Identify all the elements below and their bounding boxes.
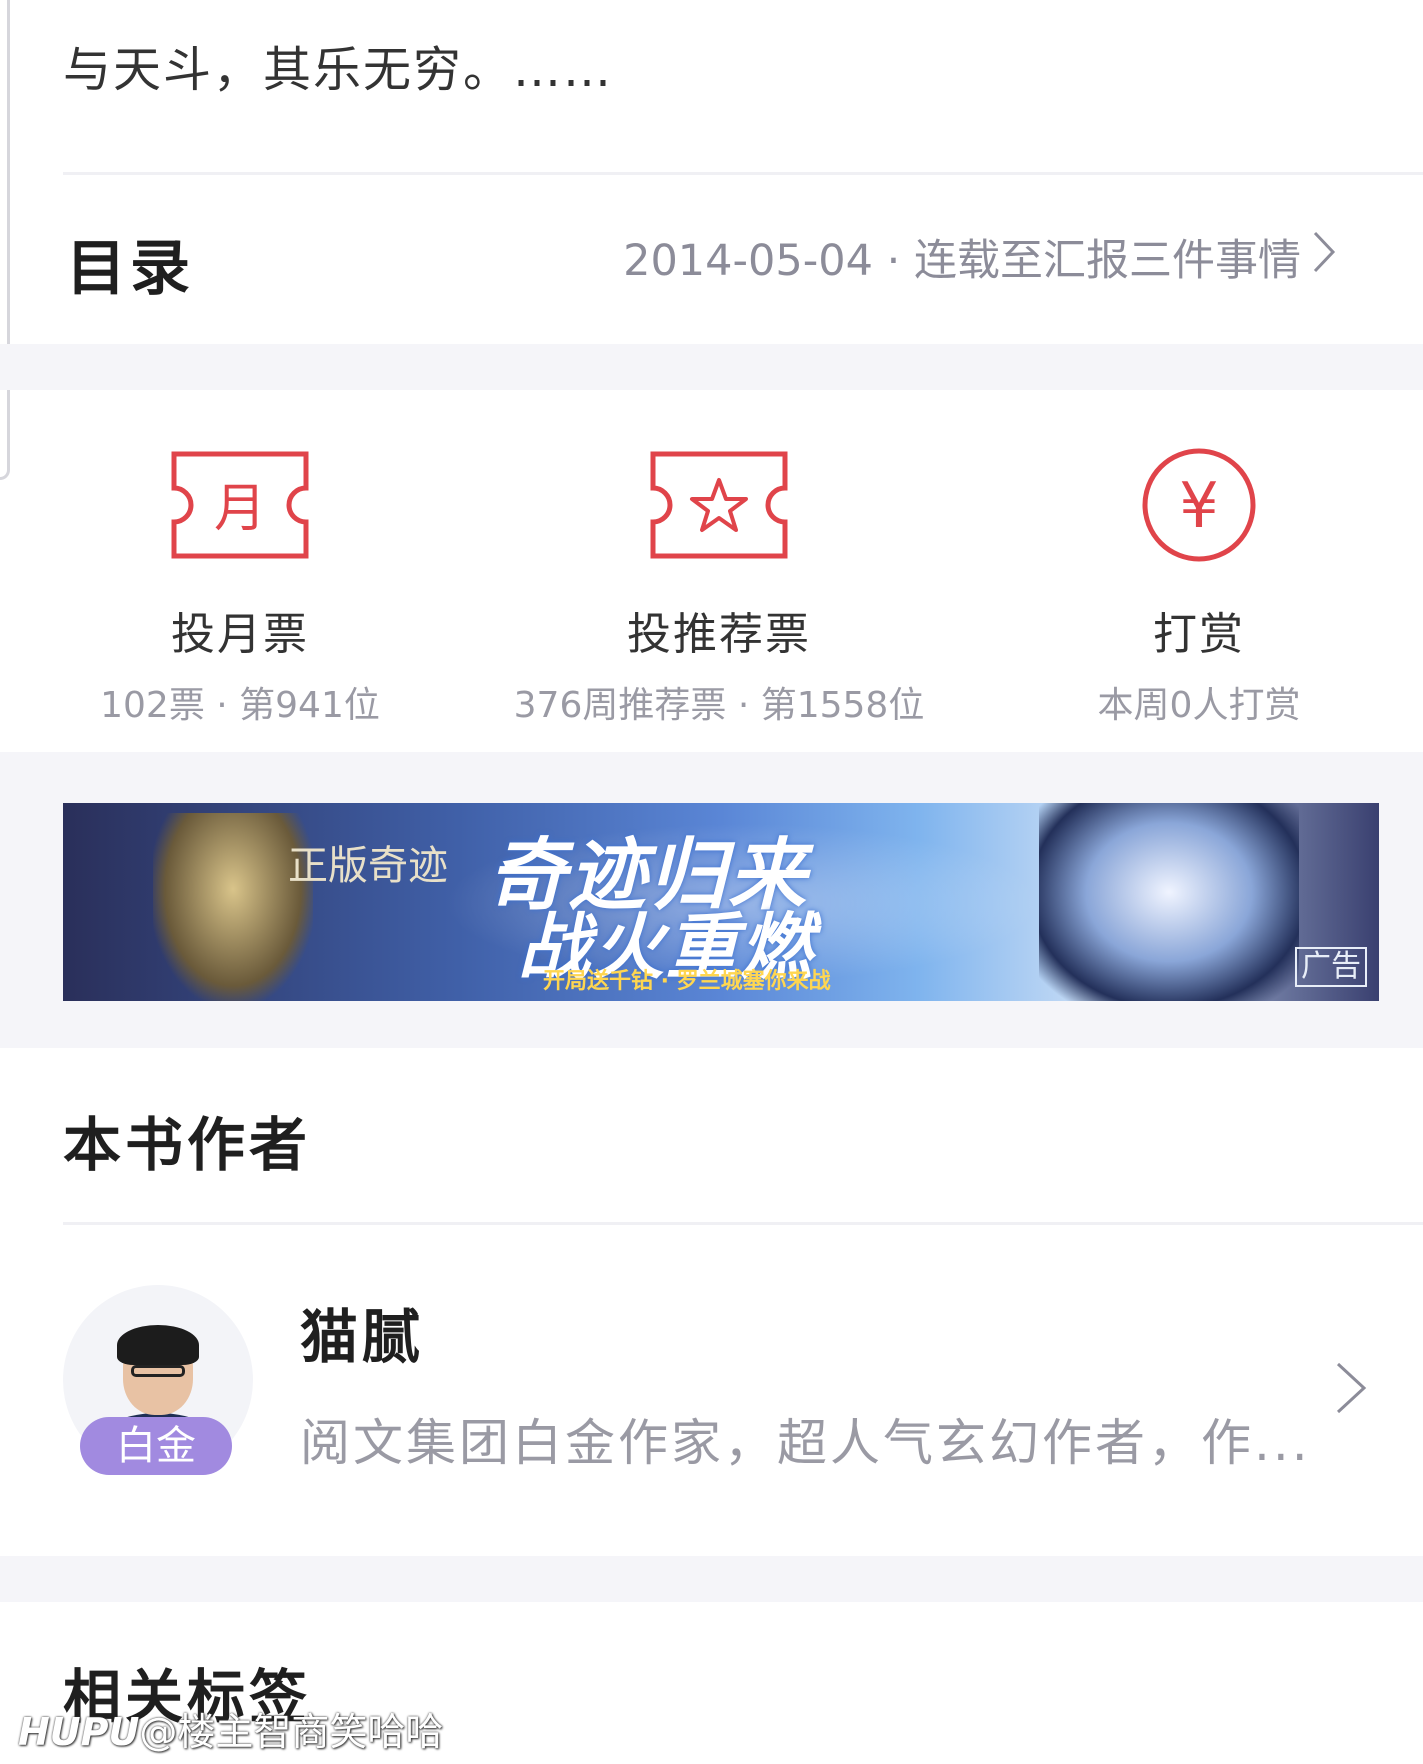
action-stats: 本周0人打赏 [1097,685,1301,726]
chevron-right-icon[interactable] [1334,1360,1368,1420]
platinum-badge: 白金 [80,1417,232,1475]
author-section-title: 本书作者 [63,1111,312,1179]
section-gap [0,344,1423,390]
toc-update-info[interactable]: 2014-05-04 · 连载至汇报三件事情 [623,226,1337,288]
action-label: 投月票 [171,609,309,660]
toc-title: 目录 [66,234,194,304]
ad-label-badge: 广告 [1295,947,1367,987]
author-name[interactable]: 猫腻 [300,1290,424,1374]
chevron-right-icon [1311,229,1337,286]
section-gap [0,1556,1423,1602]
ad-brand: 正版奇迹 [288,843,448,889]
svg-text:¥: ¥ [1179,469,1218,542]
ad-tagline: 开局送千钻 · 罗兰城塞你来战 [543,969,831,994]
watermark-handle: @楼主智商笑哈哈 [139,1710,444,1754]
action-stats: 376周推荐票 · 第1558位 [513,685,925,726]
watermark-brand: HUPU [18,1710,140,1754]
monthly-ticket-icon: 月 [20,440,460,570]
toc-update-text: 2014-05-04 · 连载至汇报三件事情 [623,236,1301,286]
ad-banner[interactable]: 正版奇迹 奇迹归来 战火重燃 开局送千钻 · 罗兰城塞你来战 广告 [63,803,1379,1001]
watermark: HUPU@楼主智商笑哈哈 [18,1701,443,1756]
tip-author-button[interactable]: ¥ 打赏 本周0人打赏 [979,440,1419,728]
avatar-hair [117,1325,199,1365]
action-label: 打赏 [1153,609,1245,660]
tip-yuan-icon: ¥ [979,440,1419,570]
vote-recommend-ticket-button[interactable]: 投推荐票 376周推荐票 · 第1558位 [499,440,939,728]
side-drawer-handle[interactable] [0,0,10,480]
book-intro-text[interactable]: 与天斗，其乐无穷。…… [63,30,613,100]
recommend-ticket-icon [499,440,939,570]
divider [63,172,1423,175]
avatar-glasses [131,1365,185,1377]
action-label: 投推荐票 [627,609,811,660]
svg-text:月: 月 [214,479,266,539]
ad-character-image [1039,803,1299,1001]
author-description: 阅文集团白金作家，超人气玄幻作者，作... [300,1414,1311,1472]
action-stats: 102票 · 第941位 [100,685,380,726]
vote-monthly-ticket-button[interactable]: 月 投月票 102票 · 第941位 [20,440,460,728]
